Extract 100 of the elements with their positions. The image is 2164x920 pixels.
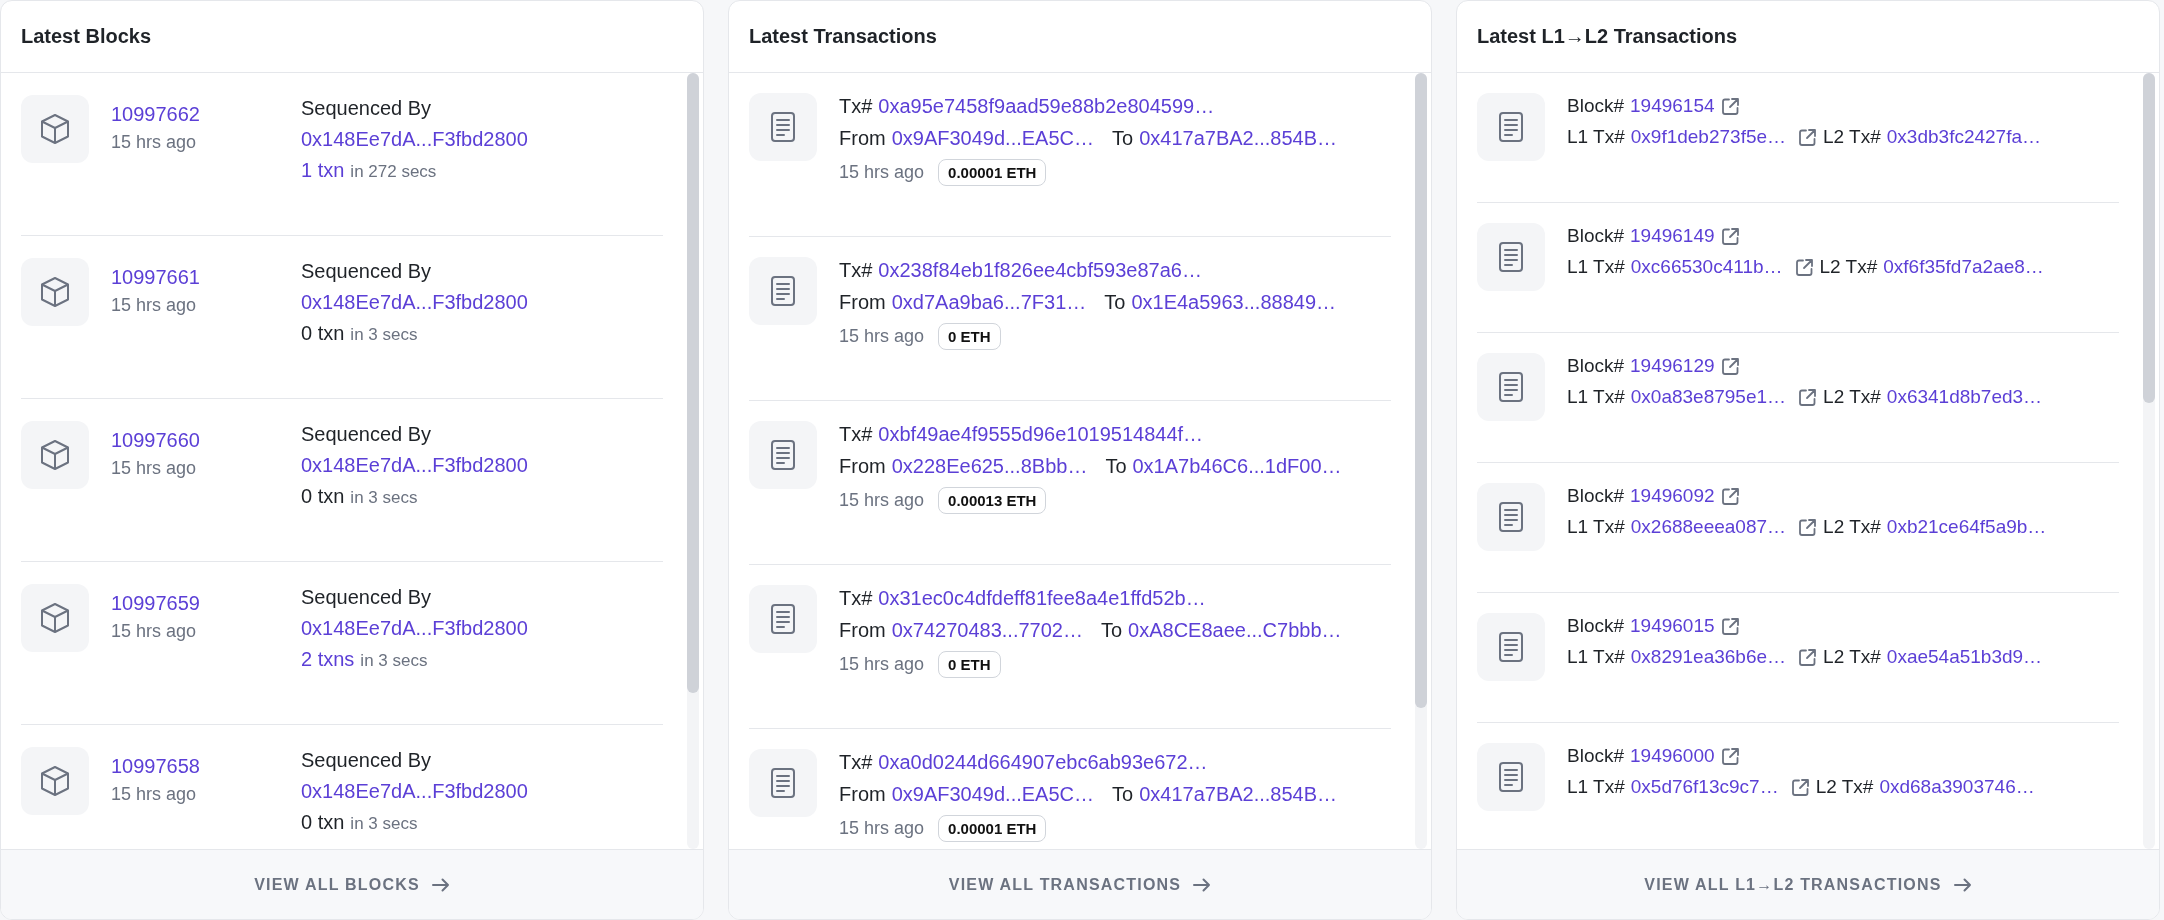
sequencer-address-link[interactable]: 0x148Ee7dA...F3fbd2800 (301, 617, 528, 640)
tx-age: 15 hrs ago (839, 654, 925, 675)
scrollbar[interactable] (687, 73, 699, 849)
txn-count-link[interactable]: 1 txn (301, 159, 345, 182)
external-link-icon[interactable] (1720, 356, 1740, 376)
l1-tx-link[interactable]: 0x0a83e8795e1… (1630, 386, 1787, 408)
tx-hash-link[interactable]: 0x238f84eb1f826ee4cbf593e87a6… (878, 259, 1202, 282)
to-address-link[interactable]: 0x1A7b46C6...1dF00… (1132, 455, 1342, 478)
l2-tx-label: L2 Tx# (1823, 126, 1881, 148)
panel-title: Latest Transactions (749, 25, 937, 48)
block-number-link[interactable]: 10997661 (111, 266, 301, 289)
txn-count-link[interactable]: 2 txns (301, 648, 355, 671)
block-number-link[interactable]: 10997662 (111, 103, 301, 126)
document-icon (770, 275, 796, 307)
to-address-link[interactable]: 0xA8CE8aee...C7bbb… (1128, 619, 1342, 642)
tx-label: Tx# (839, 95, 873, 118)
block-label: Block# (1567, 225, 1625, 247)
l1-tx-label: L1 Tx# (1567, 126, 1625, 148)
arrow-right-icon (431, 877, 450, 892)
tx-label: Tx# (839, 259, 873, 282)
panel-title: Latest Blocks (21, 25, 152, 48)
l1-block-link[interactable]: 19496015 (1630, 615, 1715, 637)
tx-label: Tx# (839, 423, 873, 446)
external-link-icon[interactable] (1798, 387, 1818, 407)
block-number-link[interactable]: 10997660 (111, 429, 301, 452)
from-label: From (839, 619, 886, 642)
sequencer-address-link[interactable]: 0x148Ee7dA...F3fbd2800 (301, 128, 528, 151)
external-link-icon[interactable] (1720, 96, 1740, 116)
from-address-link[interactable]: 0x9AF3049d...EA5C… (891, 783, 1094, 806)
l1-tx-label: L1 Tx# (1567, 776, 1625, 798)
panel-title: Latest L1→L2 Transactions (1477, 25, 1738, 48)
block-age: 15 hrs ago (111, 784, 198, 805)
l2-tx-link[interactable]: 0xd68a3903746… (1879, 776, 2035, 798)
l2-tx-link[interactable]: 0xae54a51b3d9… (1886, 646, 2043, 668)
l1-tx-link[interactable]: 0x9f1deb273f5e… (1630, 126, 1787, 148)
l1-block-link[interactable]: 19496000 (1630, 745, 1715, 767)
block-duration: in 3 secs (350, 325, 418, 345)
from-address-link[interactable]: 0xd7Aa9ba6...7F31… (891, 291, 1087, 314)
tx-hash-link[interactable]: 0xa95e7458f9aad59e88b2e804599… (878, 95, 1215, 118)
block-duration: in 3 secs (360, 651, 428, 671)
document-icon (1498, 241, 1524, 273)
external-link-icon[interactable] (1720, 616, 1740, 636)
arrow-right-icon (1953, 877, 1972, 892)
external-link-icon[interactable] (1720, 226, 1740, 246)
document-icon (1498, 631, 1524, 663)
view-all-button[interactable]: VIEW ALL BLOCKS (1, 849, 703, 919)
tx-hash-link[interactable]: 0xa0d0244d664907ebc6ab93e672… (878, 751, 1208, 774)
l1-tx-link[interactable]: 0xc66530c411b… (1630, 256, 1783, 278)
to-address-link[interactable]: 0x1E4a5963...88849… (1131, 291, 1336, 314)
tx-age: 15 hrs ago (839, 818, 925, 839)
from-label: From (839, 783, 886, 806)
l2-tx-link[interactable]: 0x6341d8b7ed3… (1886, 386, 2043, 408)
block-number-link[interactable]: 10997659 (111, 592, 301, 615)
l1-tx-link[interactable]: 0x5d76f13c9c7… (1630, 776, 1779, 798)
external-link-icon[interactable] (1794, 257, 1814, 277)
external-link-icon[interactable] (1720, 486, 1740, 506)
l1-block-link[interactable]: 19496129 (1630, 355, 1715, 377)
external-link-icon[interactable] (1790, 777, 1810, 797)
block-number-link[interactable]: 10997658 (111, 755, 301, 778)
l1-block-link[interactable]: 19496092 (1630, 485, 1715, 507)
to-address-link[interactable]: 0x417a7BA2...854B… (1139, 783, 1338, 806)
to-address-link[interactable]: 0x417a7BA2...854B… (1139, 127, 1338, 150)
block-age: 15 hrs ago (111, 295, 198, 316)
arrow-right-icon (1193, 877, 1212, 892)
block-duration: in 3 secs (350, 814, 418, 834)
l1-block-link[interactable]: 19496149 (1630, 225, 1715, 247)
block-age: 15 hrs ago (111, 458, 198, 479)
block-label: Block# (1567, 95, 1625, 117)
txn-count: 0 txn (301, 485, 345, 508)
tx-hash-link[interactable]: 0x31ec0c4dfdeff81fee8a4e1ffd52b… (878, 587, 1206, 610)
txn-count: 0 txn (301, 811, 345, 834)
from-address-link[interactable]: 0x9AF3049d...EA5C… (891, 127, 1094, 150)
view-all-button[interactable]: VIEW ALL L1→L2 TRANSACTIONS (1457, 849, 2159, 919)
l1-block-link[interactable]: 19496154 (1630, 95, 1715, 117)
sequenced-by-label: Sequenced By (301, 260, 433, 283)
from-address-link[interactable]: 0x74270483...7702… (891, 619, 1083, 642)
value-badge: 0.00001 ETH (938, 815, 1047, 842)
scrollbar[interactable] (2143, 73, 2155, 849)
from-label: From (839, 291, 886, 314)
from-address-link[interactable]: 0x228Ee625...8Bbb… (891, 455, 1088, 478)
external-link-icon[interactable] (1798, 647, 1818, 667)
l2-tx-link[interactable]: 0xb21ce64f5a9b… (1886, 516, 2047, 538)
cube-icon (40, 602, 70, 634)
external-link-icon[interactable] (1798, 127, 1818, 147)
l1-tx-link[interactable]: 0x2688eeea087… (1630, 516, 1787, 538)
sequencer-address-link[interactable]: 0x148Ee7dA...F3fbd2800 (301, 780, 528, 803)
block-duration: in 3 secs (350, 488, 418, 508)
l2-tx-link[interactable]: 0xf6f35fd7a2ae8… (1883, 256, 2044, 278)
tx-hash-link[interactable]: 0xbf49ae4f9555d96e1019514844f… (878, 423, 1204, 446)
block-label: Block# (1567, 485, 1625, 507)
l2-tx-label: L2 Tx# (1823, 386, 1881, 408)
l1-tx-link[interactable]: 0x8291ea36b6e… (1630, 646, 1787, 668)
l2-tx-link[interactable]: 0x3db3fc2427fa… (1886, 126, 2042, 148)
external-link-icon[interactable] (1798, 517, 1818, 537)
sequencer-address-link[interactable]: 0x148Ee7dA...F3fbd2800 (301, 454, 528, 477)
scrollbar[interactable] (1415, 73, 1427, 849)
sequenced-by-label: Sequenced By (301, 423, 433, 446)
external-link-icon[interactable] (1720, 746, 1740, 766)
view-all-button[interactable]: VIEW ALL TRANSACTIONS (729, 849, 1431, 919)
sequencer-address-link[interactable]: 0x148Ee7dA...F3fbd2800 (301, 291, 528, 314)
